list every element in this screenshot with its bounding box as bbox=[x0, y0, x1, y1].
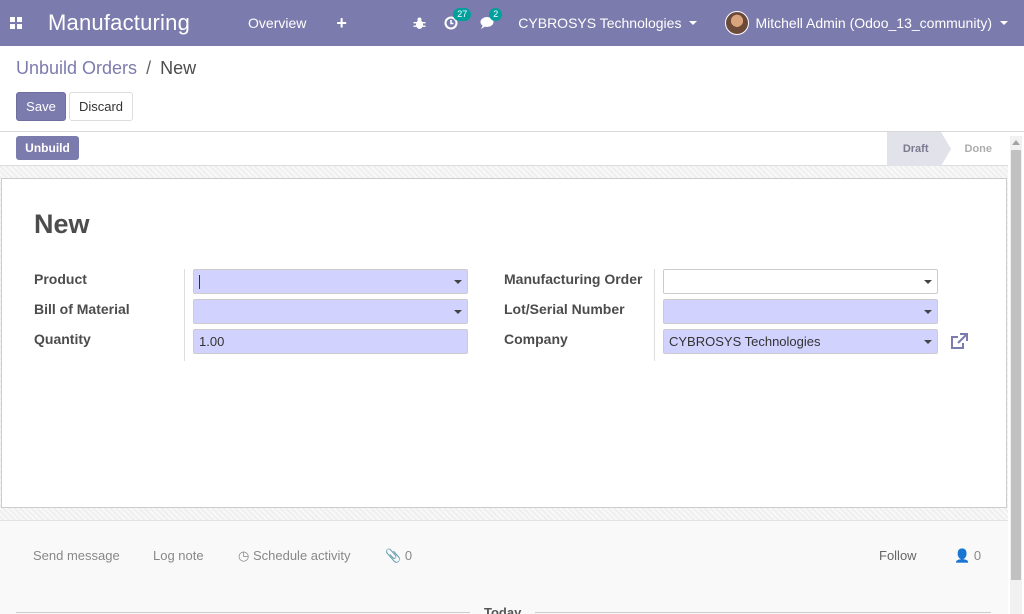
follow-button[interactable]: Follow bbox=[879, 548, 917, 563]
breadcrumb-unbuild-orders[interactable]: Unbuild Orders bbox=[16, 58, 137, 78]
chevron-down-icon[interactable] bbox=[924, 340, 932, 344]
bom-field[interactable] bbox=[193, 299, 468, 324]
attachments-button[interactable]: 📎 0 bbox=[385, 548, 412, 564]
vertical-scrollbar[interactable] bbox=[1010, 136, 1022, 614]
app-title[interactable]: Manufacturing bbox=[48, 10, 190, 36]
activity-clock-icon[interactable]: 27 bbox=[444, 8, 472, 30]
plus-icon[interactable]: + bbox=[336, 13, 347, 34]
unbuild-button[interactable]: Unbuild bbox=[16, 136, 79, 160]
schedule-activity-label: Schedule activity bbox=[252, 548, 351, 563]
scrollbar-thumb[interactable] bbox=[1011, 150, 1021, 580]
messages-count-badge: 2 bbox=[489, 8, 503, 21]
company-value: CYBROSYS Technologies bbox=[669, 334, 821, 349]
user-menu[interactable]: Mitchell Admin (Odoo_13_community) bbox=[725, 11, 1008, 35]
form-statusbar: Unbuild Draft Done bbox=[0, 132, 1008, 166]
company-switcher-label: CYBROSYS Technologies bbox=[518, 15, 682, 31]
chevron-down-icon[interactable] bbox=[924, 280, 932, 284]
breadcrumb: Unbuild Orders / New bbox=[16, 58, 196, 79]
chevron-down-icon bbox=[1000, 21, 1008, 25]
chatter: Send message Log note ◷ Schedule activit… bbox=[0, 520, 1008, 614]
stage-bar: Draft Done bbox=[886, 132, 1008, 166]
lot-serial-field[interactable] bbox=[663, 299, 938, 324]
chevron-down-icon[interactable] bbox=[454, 280, 462, 284]
date-separator-today: Today bbox=[470, 605, 536, 614]
chevron-down-icon[interactable] bbox=[924, 310, 932, 314]
company-field[interactable]: CYBROSYS Technologies bbox=[663, 329, 938, 354]
scroll-up-arrow-icon[interactable] bbox=[1012, 140, 1020, 145]
bug-icon[interactable] bbox=[412, 16, 426, 30]
schedule-activity-button[interactable]: ◷ Schedule activity bbox=[238, 548, 351, 564]
followers-button[interactable]: 👤 0 bbox=[954, 548, 981, 564]
paperclip-icon: 📎 bbox=[385, 548, 402, 563]
quantity-field[interactable]: 1.00 bbox=[193, 329, 468, 354]
quantity-label: Quantity bbox=[34, 331, 91, 347]
breadcrumb-current: New bbox=[160, 58, 197, 78]
top-navbar: Manufacturing Overview + 27 2 CYBROSYS T… bbox=[0, 0, 1024, 46]
attachments-count: 0 bbox=[404, 548, 413, 563]
save-button[interactable]: Save bbox=[16, 92, 66, 121]
company-label: Company bbox=[504, 331, 568, 347]
manufacturing-order-label: Manufacturing Order bbox=[504, 271, 643, 287]
stage-draft: Draft bbox=[886, 132, 951, 166]
product-label: Product bbox=[34, 271, 87, 287]
discard-button[interactable]: Discard bbox=[69, 92, 133, 121]
breadcrumb-separator: / bbox=[146, 58, 152, 78]
external-link-icon[interactable] bbox=[950, 333, 968, 351]
text-cursor bbox=[199, 274, 200, 289]
chevron-down-icon[interactable] bbox=[454, 310, 462, 314]
send-message-button[interactable]: Send message bbox=[33, 548, 120, 563]
avatar bbox=[725, 11, 750, 35]
activity-count-badge: 27 bbox=[453, 8, 472, 21]
followers-count: 0 bbox=[973, 548, 982, 563]
user-icon: 👤 bbox=[954, 548, 971, 563]
apps-menu-icon[interactable] bbox=[0, 0, 32, 46]
menu-overview[interactable]: Overview bbox=[248, 15, 306, 31]
record-title: New bbox=[34, 209, 90, 239]
stage-done: Done bbox=[964, 143, 993, 155]
quantity-value: 1.00 bbox=[199, 334, 225, 349]
clock-icon: ◷ bbox=[238, 548, 250, 563]
chevron-down-icon bbox=[689, 21, 698, 25]
manufacturing-order-field[interactable] bbox=[663, 269, 938, 294]
user-name: Mitchell Admin (Odoo_13_community) bbox=[755, 15, 992, 31]
label-divider bbox=[184, 269, 185, 361]
company-switcher[interactable]: CYBROSYS Technologies bbox=[518, 15, 698, 31]
messages-icon[interactable]: 2 bbox=[480, 8, 503, 30]
log-note-button[interactable]: Log note bbox=[153, 548, 204, 563]
form-sheet: New Product Bill of Material Quantity 1.… bbox=[1, 178, 1007, 508]
bom-label: Bill of Material bbox=[34, 301, 130, 317]
product-field[interactable] bbox=[193, 269, 468, 294]
lot-serial-label: Lot/Serial Number bbox=[504, 301, 625, 317]
label-divider bbox=[654, 269, 655, 361]
